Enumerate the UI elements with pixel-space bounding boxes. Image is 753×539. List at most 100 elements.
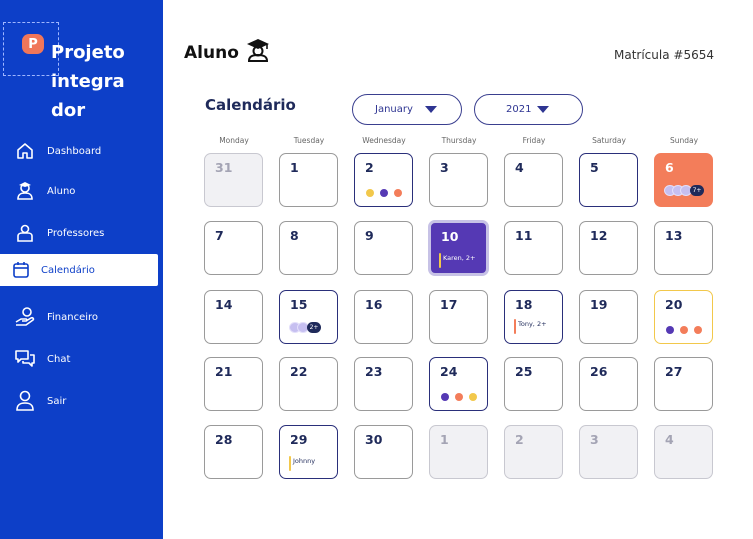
- calendar-day-next-4[interactable]: 4: [654, 425, 713, 479]
- money-hand-icon: [14, 306, 36, 328]
- day-number: 28: [215, 432, 233, 447]
- day-number: 3: [440, 160, 449, 175]
- chat-icon: [14, 348, 36, 370]
- calendar-day-next-2[interactable]: 2: [504, 425, 563, 479]
- weekday-label: Wednesday: [362, 136, 406, 145]
- sidebar-item-financeiro[interactable]: Financeiro: [0, 301, 158, 333]
- day-number: 9: [365, 228, 374, 243]
- calendar-day-17[interactable]: 17: [429, 290, 488, 344]
- event-dots: [366, 189, 402, 197]
- calendar-day-29[interactable]: 29 Johnny: [279, 425, 338, 479]
- calendar-day-8[interactable]: 8: [279, 221, 338, 275]
- day-number: 2: [365, 160, 374, 175]
- calendar-day-13[interactable]: 13: [654, 221, 713, 275]
- brand-name: Projeto integra dor: [51, 42, 125, 121]
- day-number: 14: [215, 297, 233, 312]
- calendar-day-next-3[interactable]: 3: [579, 425, 638, 479]
- calendar-day-1[interactable]: 1: [279, 153, 338, 207]
- calendar-title: Calendário: [205, 96, 296, 114]
- page-title: Aluno: [184, 38, 271, 67]
- day-number: 23: [365, 364, 383, 379]
- weekday-label: Friday: [522, 136, 546, 145]
- calendar-day-26[interactable]: 26: [579, 357, 638, 411]
- weekday-label: Thursday: [441, 136, 477, 145]
- calendar-day-19[interactable]: 19: [579, 290, 638, 344]
- sidebar-item-chat[interactable]: Chat: [0, 343, 158, 375]
- sidebar-item-calendario[interactable]: Calendário: [0, 254, 158, 286]
- year-select-value: 2021: [506, 104, 532, 115]
- calendar-day-9[interactable]: 9: [354, 221, 413, 275]
- attendee-avatars: 2+: [289, 322, 321, 333]
- day-number: 6: [665, 160, 674, 175]
- day-number: 24: [440, 364, 458, 379]
- calendar-day-30[interactable]: 30: [354, 425, 413, 479]
- weekday-label: Tuesday: [293, 136, 325, 145]
- calendar-day-3[interactable]: 3: [429, 153, 488, 207]
- calendar-day-4[interactable]: 4: [504, 153, 563, 207]
- day-number: 11: [515, 228, 533, 243]
- calendar-day-11[interactable]: 11: [504, 221, 563, 275]
- month-select[interactable]: January: [352, 94, 462, 125]
- calendar-day-18[interactable]: 18 Tony, 2+: [504, 290, 563, 344]
- event-dot: [469, 393, 477, 401]
- day-number: 17: [440, 297, 458, 312]
- sidebar-item-aluno[interactable]: Aluno: [0, 175, 158, 207]
- day-number: 4: [515, 160, 524, 175]
- event-dot: [394, 189, 402, 197]
- day-number: 27: [665, 364, 683, 379]
- calendar-day-10-selected[interactable]: 10 Karen, 2+: [428, 220, 489, 276]
- logo-icon: P: [22, 34, 44, 54]
- graduation-cap-icon: [245, 38, 271, 67]
- matricula-label: Matrícula #5654: [614, 48, 714, 62]
- sidebar-item-label: Financeiro: [47, 311, 99, 323]
- event-note: Johnny: [289, 456, 315, 471]
- calendar-day-16[interactable]: 16: [354, 290, 413, 344]
- calendar-day-22[interactable]: 22: [279, 357, 338, 411]
- calendar-day-24[interactable]: 24: [429, 357, 488, 411]
- month-select-value: January: [375, 104, 413, 115]
- event-dot: [680, 326, 688, 334]
- calendar-day-6[interactable]: 6 7+: [654, 153, 713, 207]
- student-icon: [14, 180, 36, 202]
- day-number: 30: [365, 432, 383, 447]
- calendar-day-7[interactable]: 7: [204, 221, 263, 275]
- day-number: 1: [440, 432, 449, 447]
- day-number: 21: [215, 364, 233, 379]
- calendar-day-21[interactable]: 21: [204, 357, 263, 411]
- calendar-day-25[interactable]: 25: [504, 357, 563, 411]
- calendar-day-12[interactable]: 12: [579, 221, 638, 275]
- calendar-day-15[interactable]: 15 2+: [279, 290, 338, 344]
- year-select[interactable]: 2021: [474, 94, 583, 125]
- event-dot: [380, 189, 388, 197]
- user-icon: [14, 390, 36, 412]
- day-number: 3: [590, 432, 599, 447]
- calendar-day-14[interactable]: 14: [204, 290, 263, 344]
- calendar-day-2[interactable]: 2: [354, 153, 413, 207]
- sidebar-item-sair[interactable]: Sair: [0, 385, 158, 417]
- home-icon: [14, 140, 36, 162]
- sidebar-item-label: Dashboard: [47, 145, 102, 157]
- day-number: 19: [590, 297, 608, 312]
- calendar-day-5[interactable]: 5: [579, 153, 638, 207]
- day-number: 29: [290, 432, 308, 447]
- event-dots: [666, 326, 702, 334]
- calendar-day-27[interactable]: 27: [654, 357, 713, 411]
- sidebar-item-dashboard[interactable]: Dashboard: [0, 135, 158, 167]
- weekday-label: Saturday: [592, 136, 626, 145]
- sidebar-item-professores[interactable]: Professores: [0, 217, 158, 249]
- day-number: 18: [515, 297, 533, 312]
- calendar-day-23[interactable]: 23: [354, 357, 413, 411]
- calendar-day-28[interactable]: 28: [204, 425, 263, 479]
- sidebar-item-label: Aluno: [47, 185, 76, 197]
- day-number: 8: [290, 228, 299, 243]
- event-note: Karen, 2+: [439, 253, 476, 268]
- day-number: 22: [290, 364, 308, 379]
- calendar-day-prev-31[interactable]: 31: [204, 153, 263, 207]
- more-count-badge: 7+: [690, 185, 704, 196]
- day-number: 20: [665, 297, 683, 312]
- calendar-day-20[interactable]: 20: [654, 290, 713, 344]
- calendar-day-next-1[interactable]: 1: [429, 425, 488, 479]
- day-number: 4: [665, 432, 674, 447]
- more-count-badge: 2+: [307, 322, 321, 333]
- event-dot: [694, 326, 702, 334]
